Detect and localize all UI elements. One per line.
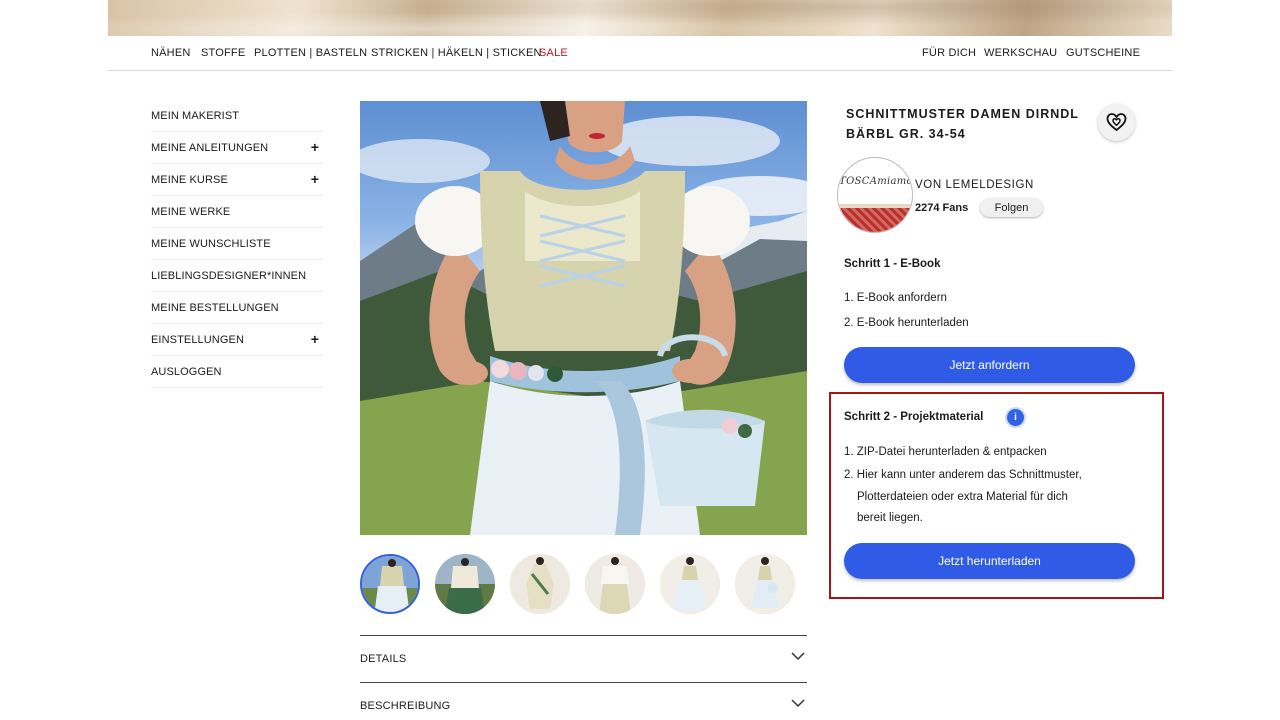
sidebar-item-ausloggen[interactable]: AUSLOGGEN — [151, 356, 323, 388]
step1-item-1: 1. E-Book anfordern — [844, 292, 947, 304]
product-title: SCHNITTMUSTER DAMEN DIRNDL BÄRBL GR. 34-… — [846, 107, 1079, 141]
page: NÄHEN STOFFE PLOTTEN | BASTELN STRICKEN … — [0, 0, 1280, 720]
sidebar-item-label: EINSTELLUNGEN — [151, 333, 244, 346]
sidebar-item-label: AUSLOGGEN — [151, 365, 222, 378]
accordion-beschreibung[interactable]: BESCHREIBUNG — [360, 682, 807, 720]
nav-fuer-dich[interactable]: FÜR DICH — [922, 47, 976, 59]
thumbnail-3[interactable] — [510, 554, 570, 614]
expand-plus-icon[interactable]: + — [311, 140, 319, 154]
nav-gutscheine[interactable]: GUTSCHEINE — [1066, 47, 1140, 59]
main-navigation: NÄHEN STOFFE PLOTTEN | BASTELN STRICKEN … — [108, 36, 1172, 71]
chevron-down-icon — [791, 699, 805, 708]
thumbnail-gallery — [360, 554, 807, 616]
accordion-label: DETAILS — [360, 653, 407, 665]
step2-item-2-line-3: bereit liegen. — [857, 512, 923, 524]
thumbnail-image — [435, 554, 495, 614]
logo-pattern — [838, 208, 912, 232]
thumbnail-4[interactable] — [585, 554, 645, 614]
sidebar-item-mein-makerist[interactable]: MEIN MAKERIST — [151, 100, 323, 132]
accordion-details[interactable]: DETAILS — [360, 635, 807, 682]
sidebar-item-meine-anleitungen[interactable]: MEINE ANLEITUNGEN + — [151, 132, 323, 164]
sidebar-item-einstellungen[interactable]: EINSTELLUNGEN + — [151, 324, 323, 356]
thumbnail-image — [660, 554, 720, 614]
sidebar-item-label: MEINE BESTELLUNGEN — [151, 301, 279, 314]
dirndl-photo-illustration — [360, 101, 807, 535]
thumbnail-6[interactable] — [735, 554, 795, 614]
nav-stoffe[interactable]: STOFFE — [201, 47, 245, 59]
designer-logo-text: TOSCAmiamo — [839, 176, 913, 187]
sidebar-item-label: MEINE WERKE — [151, 205, 231, 218]
step2-heading: Schritt 2 - Projektmaterial — [844, 411, 984, 423]
designer-avatar[interactable]: TOSCAmiamo — [837, 157, 913, 233]
sidebar-item-label: MEINE WUNSCHLISTE — [151, 237, 271, 250]
request-ebook-button[interactable]: Jetzt anfordern — [844, 347, 1135, 383]
nav-naehen[interactable]: NÄHEN — [151, 47, 191, 59]
nav-sale[interactable]: SALE — [539, 47, 568, 59]
fan-count: 2274 Fans — [915, 202, 969, 214]
sidebar-item-label: LIEBLINGSDESIGNER*INNEN — [151, 269, 307, 282]
thumbnail-image — [585, 554, 645, 614]
account-sidebar: MEIN MAKERIST MEINE ANLEITUNGEN + MEINE K… — [151, 100, 323, 388]
thumbnail-image — [362, 556, 418, 612]
heart-icon — [1106, 113, 1127, 132]
wishlist-button[interactable] — [1098, 104, 1135, 141]
nav-stricken-haekeln-sticken[interactable]: STRICKEN | HÄKELN | STICKEN — [371, 47, 542, 59]
sidebar-item-lieblingsdesigner[interactable]: LIEBLINGSDESIGNER*INNEN — [151, 260, 323, 292]
sidebar-item-meine-werke[interactable]: MEINE WERKE — [151, 196, 323, 228]
sidebar-item-meine-bestellungen[interactable]: MEINE BESTELLUNGEN — [151, 292, 323, 324]
product-main-image[interactable] — [360, 101, 807, 535]
sidebar-item-meine-wunschliste[interactable]: MEINE WUNSCHLISTE — [151, 228, 323, 260]
thumbnail-1[interactable] — [360, 554, 420, 614]
thumbnail-image — [510, 554, 570, 614]
thumbnail-5[interactable] — [660, 554, 720, 614]
step1-heading: Schritt 1 - E-Book — [844, 258, 941, 270]
nav-werkschau[interactable]: WERKSCHAU — [984, 47, 1057, 59]
sidebar-item-meine-kurse[interactable]: MEINE KURSE + — [151, 164, 323, 196]
step2-item-2-line-2: Plotterdateien oder extra Material für d… — [857, 491, 1068, 503]
expand-plus-icon[interactable]: + — [311, 172, 319, 186]
expand-plus-icon[interactable]: + — [311, 332, 319, 346]
step2-item-2: 2. Hier kann unter anderem das Schnittmu… — [844, 469, 1082, 481]
sidebar-item-label: MEINE KURSE — [151, 173, 228, 186]
thumbnail-2[interactable] — [435, 554, 495, 614]
nav-plotten-basteln[interactable]: PLOTTEN | BASTELN — [254, 47, 367, 59]
info-icon[interactable]: i — [1007, 409, 1024, 426]
sidebar-item-label: MEINE ANLEITUNGEN — [151, 141, 269, 154]
accordion-label: BESCHREIBUNG — [360, 700, 451, 712]
chevron-down-icon — [791, 652, 805, 661]
designer-name[interactable]: VON LEMELDESIGN — [915, 179, 1034, 191]
step2-item-1: 1. ZIP-Datei herunterladen & entpacken — [844, 446, 1047, 458]
thumbnail-image — [735, 554, 795, 614]
sidebar-item-label: MEIN MAKERIST — [151, 109, 240, 122]
header-banner-image — [108, 0, 1172, 36]
follow-button[interactable]: Folgen — [980, 198, 1043, 217]
step1-item-2: 2. E-Book herunterladen — [844, 317, 969, 329]
download-button[interactable]: Jetzt herunterladen — [844, 543, 1135, 579]
